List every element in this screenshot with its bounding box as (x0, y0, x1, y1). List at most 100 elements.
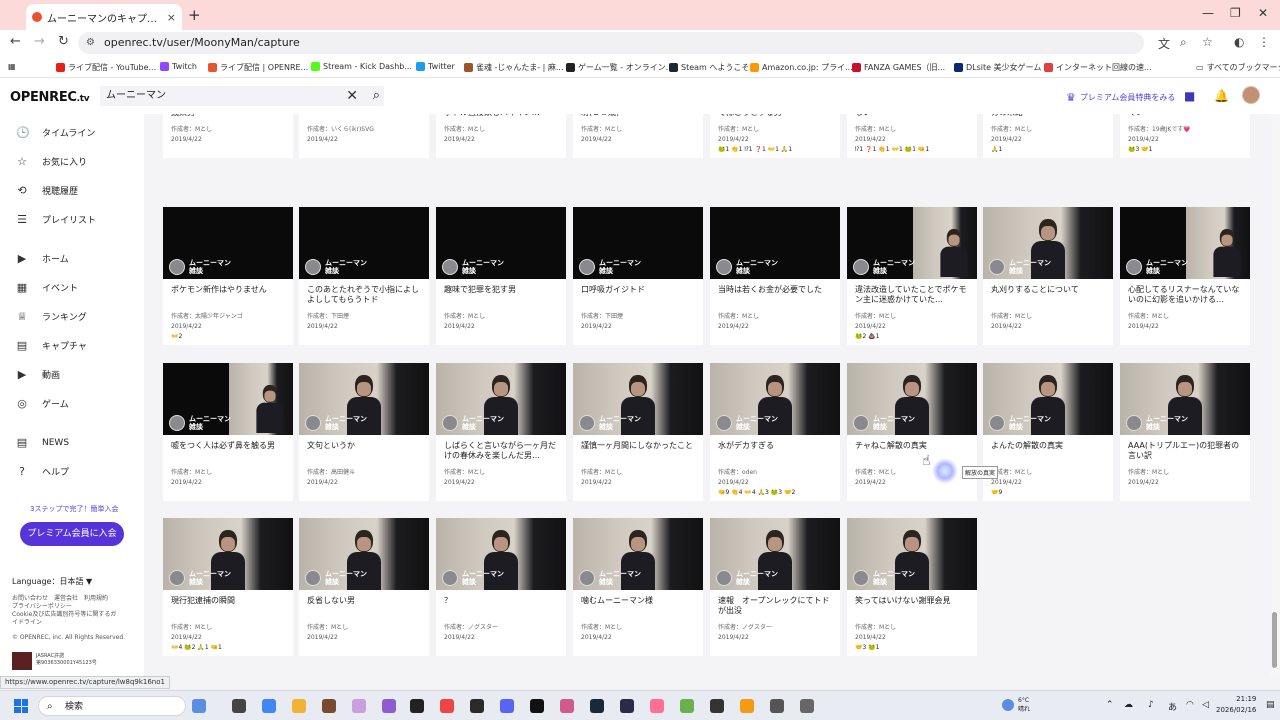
capture-title[interactable]: 水がデカすぎる (710, 435, 840, 467)
channel-overlay[interactable]: ムーニーマン 雑談 (716, 415, 778, 431)
weather-widget[interactable]: 6°C 晴れ (1002, 696, 1030, 714)
footer-link-line[interactable]: イドライン (12, 619, 42, 627)
capture-thumbnail[interactable]: ムーニーマン 雑談 (436, 363, 566, 435)
channel-overlay[interactable]: ムーニーマン 雑談 (853, 415, 915, 431)
capture-title[interactable]: 改造はするし２リットルペットボトル直接飲むバイキン… (436, 114, 566, 124)
bookmark-item[interactable]: ゲーム一覧 - オンライン... (566, 62, 673, 73)
capture-card[interactable]: ムーニーマン 雑談 現行犯逮捕の瞬間 作成者：Mとし 2019/4/22 👐4 🐸2 🙏1… (163, 518, 293, 656)
channel-overlay[interactable]: ムーニーマン 雑談 (853, 259, 915, 275)
bookmark-item[interactable]: Steam へようこそ (669, 62, 749, 73)
bookmark-item[interactable]: Amazon.co.jp: プライ... (750, 62, 853, 73)
ime-indicator[interactable]: あ (1168, 700, 1177, 713)
capture-title[interactable]: 心配してるリスナーなんていないのに幻影を追いかける… (1120, 279, 1250, 311)
wifi-icon[interactable]: ◠ (1186, 700, 1194, 710)
capture-thumbnail[interactable]: ムーニーマン 雑談 (299, 207, 429, 279)
capture-title[interactable]: 嘘をつく人は必ず鼻を触る男 (163, 435, 293, 467)
premium-benefits-link[interactable]: ♛ プレミアム会員特典をみる (1066, 91, 1175, 104)
sidebar-item-news[interactable]: ▤ NEWS (16, 436, 69, 449)
footer-link-line[interactable]: © OPENREC, inc. All Rights Reserved. (12, 634, 125, 642)
capture-thumbnail[interactable]: ムーニーマン 雑談 (847, 363, 977, 435)
chrome-app-icon[interactable] (262, 699, 276, 713)
capture-card[interactable]: ムーニーマン雑談改造はするし２リットルペットボトル直接飲むバイキン…作成者：Mと… (436, 114, 566, 158)
clear-search-icon[interactable]: ✕ (346, 86, 358, 106)
capture-thumbnail[interactable]: ムーニーマン 雑談 (163, 518, 293, 590)
capture-title[interactable]: このあとたれぞうで小指によしよししてもらうトド (299, 279, 429, 311)
taskbar-clock[interactable]: 21:19 2026/02/16 (1216, 694, 1256, 716)
apps-grid-icon[interactable]: ▦ (8, 62, 16, 71)
capture-card[interactable]: ムーニーマン雑談逃してないコメを読むムーニーマン作成者：19歳JKです💗2019… (1120, 114, 1250, 158)
capture-thumbnail[interactable]: ムーニーマン 雑談 (1120, 363, 1250, 435)
search-icon[interactable]: ⌕ (373, 86, 380, 106)
capture-card[interactable]: ムーニーマン 雑談 ？ 作成者：ノグスター 2019/4/22 (436, 518, 566, 656)
capture-card[interactable]: ムーニーマン 雑談 よんたの解散の真実 作成者：Mとし 2019/4/22 🤝9 (983, 363, 1113, 501)
capture-thumbnail[interactable]: ムーニーマン 雑談 (573, 207, 703, 279)
game-app-icon[interactable] (322, 699, 336, 713)
app-icon[interactable] (710, 699, 724, 713)
sidebar-item-history[interactable]: ⟲ 視聴履歴 (16, 184, 78, 197)
capture-thumbnail[interactable]: ムーニーマン 雑談 (573, 518, 703, 590)
channel-overlay[interactable]: ムーニーマン 雑談 (1126, 415, 1188, 431)
tray-chevron-icon[interactable]: ⌃ (1106, 700, 1114, 710)
sidebar-item-favorites[interactable]: ☆ お気に入り (16, 155, 87, 168)
all-bookmarks-link[interactable]: ▭ すべてのブックマーク (1196, 62, 1280, 73)
channel-overlay[interactable]: ムーニーマン 雑談 (442, 415, 504, 431)
sidebar-item-event[interactable]: ▦ イベント (16, 281, 78, 294)
capture-thumbnail[interactable]: ムーニーマン 雑談 (847, 207, 977, 279)
capture-thumbnail[interactable]: ムーニーマン 雑談 (1120, 207, 1250, 279)
capture-title[interactable]: 口呼吸ガイジトド (573, 279, 703, 311)
capture-title[interactable]: しばらくと言いながら一ヶ月だけの春休みを楽しんだ男… (436, 435, 566, 467)
new-tab-button[interactable]: + (188, 6, 201, 24)
capture-title[interactable]: 当時は若くお金が必要でした (710, 279, 840, 311)
capture-thumbnail[interactable]: ムーニーマン 雑談 (983, 363, 1113, 435)
sidebar-item-game[interactable]: ◎ ゲーム (16, 397, 69, 410)
openrec-logo[interactable]: OPENREC.tv (10, 90, 90, 105)
channel-overlay[interactable]: ムーニーマン 雑談 (716, 570, 778, 586)
channel-overlay[interactable]: ムーニーマン 雑談 (853, 570, 915, 586)
capture-card[interactable]: ムーニーマン 雑談 噛むムーニーマン様 作成者：Mとし 2019/4/22 (573, 518, 703, 656)
discord-icon[interactable] (500, 699, 514, 713)
app-icon[interactable] (530, 699, 544, 713)
zoom-icon[interactable]: ⌕ (1180, 35, 1187, 50)
capture-card[interactable]: ムーニーマン 雑談 謹慎一ヶ月間にしなかったこと 作成者：Mとし 2019/4/22 (573, 363, 703, 501)
capture-title[interactable]: AAA(トリプルエー)の犯罪者の言い訳 (1120, 435, 1250, 467)
capture-card[interactable]: ムーニーマン 雑談 反省しない男 作成者：Mとし 2019/4/22 (299, 518, 429, 656)
app-icon[interactable] (410, 699, 424, 713)
channel-overlay[interactable]: ムーニーマン 雑談 (579, 259, 641, 275)
page-scrollbar[interactable] (1270, 114, 1280, 676)
bookmark-item[interactable]: ライブ配信 - YouTube... (56, 62, 156, 73)
capture-title[interactable]: 逃してないコメを読むムーニーマン (1120, 114, 1250, 124)
capture-card[interactable]: ムーニーマン 雑談 ポケモン新作はやりません 作成者：太陽少年ジャンゴ 2019/4/2… (163, 207, 293, 345)
capture-thumbnail[interactable]: ムーニーマン 雑談 (299, 363, 429, 435)
capture-title[interactable]: 犯罪を犯したのにまだこの仕事で稼ごうとする男 (710, 114, 840, 124)
search-input[interactable]: ムーニーマン ✕ ⌕ (100, 86, 384, 106)
capture-title[interactable]: ポケモン新作はやりません (163, 279, 293, 311)
app-icon[interactable] (560, 699, 574, 713)
capture-title[interactable]: ？ (436, 590, 566, 622)
bookmark-item[interactable]: Twitter (416, 62, 455, 71)
folder-app-icon[interactable] (292, 699, 306, 713)
capture-title[interactable]: 速報 オープンレックにてトドが出没 (710, 590, 840, 622)
browser-tab[interactable]: ムーニーマンのキャプチャ | OPENREC × (26, 4, 182, 30)
capture-thumbnail[interactable]: ムーニーマン 雑談 (983, 207, 1113, 279)
capture-title[interactable]: 笑ってはいけない謝罪会見 (847, 590, 977, 622)
capture-thumbnail[interactable]: ムーニーマン 雑談 (573, 363, 703, 435)
capture-thumbnail[interactable]: ムーニーマン 雑談 (710, 207, 840, 279)
capture-card[interactable]: ムーニーマン 雑談 口呼吸ガイジトド 作成者：下田煙 2019/4/22 (573, 207, 703, 345)
capture-title[interactable]: 丸刈りすることについて (983, 279, 1113, 311)
bookmark-item[interactable]: インターネット回線の速... (1044, 62, 1152, 73)
bookmark-item[interactable]: FANZA GAMES（旧... (852, 62, 945, 73)
minimize-icon[interactable]: — (1202, 6, 1214, 20)
capture-card[interactable]: ムーニーマン 雑談 速報 オープンレックにてトドが出没 作成者：ノグスター 2019/4… (710, 518, 840, 656)
volume-icon[interactable]: ◁ (1202, 700, 1209, 710)
capture-card[interactable]: ムーニーマン雑談改造はするけど坊主は嫌な赤ん坊(２８歳)作成者：Mとし2019/… (573, 114, 703, 158)
capture-title[interactable]: (改造を)やるしかない それしかない (847, 114, 977, 124)
back-icon[interactable]: ← (10, 34, 21, 49)
premium-join-button[interactable]: プレミアム会員に入会 (20, 522, 124, 546)
sidebar-item-ranking[interactable]: ♕ ランキング (16, 310, 87, 323)
channel-overlay[interactable]: ムーニーマン 雑談 (1126, 259, 1188, 275)
capture-card[interactable]: ムーニーマン 雑談 このあとたれぞうで小指によしよししてもらうトド 作成者：下田煙 20… (299, 207, 429, 345)
capture-thumbnail[interactable]: ムーニーマン 雑談 (163, 207, 293, 279)
capture-thumbnail[interactable]: ムーニーマン 雑談 (710, 518, 840, 590)
capture-card[interactable]: ムーニーマン 雑談 違法改造していたことでポケモン主に迷惑かけていた… 作成者：Mとし… (847, 207, 977, 345)
app-icon[interactable] (470, 699, 484, 713)
